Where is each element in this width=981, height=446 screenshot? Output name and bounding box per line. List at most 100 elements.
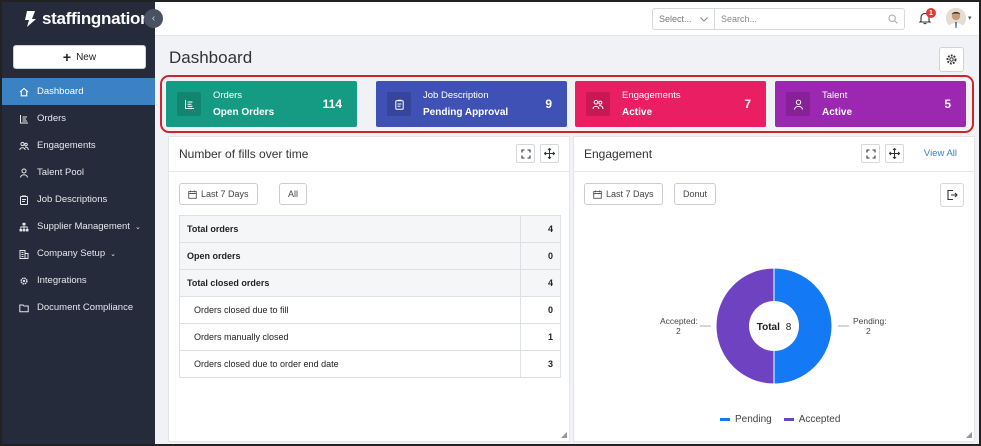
accepted-data-value: 2	[676, 326, 681, 336]
expand-button[interactable]	[516, 144, 535, 163]
row-value: 4	[520, 269, 561, 297]
row-value: 3	[520, 350, 561, 378]
clipboard-icon	[20, 195, 28, 205]
date-range-filter[interactable]: Last 7 Days	[179, 183, 258, 205]
sidebar-item-engagements[interactable]: Engagements	[2, 132, 155, 159]
job-description-card[interactable]: Job Description Pending Approval 9	[376, 81, 567, 127]
card-text: Engagements Active	[622, 90, 681, 118]
row-label: Total orders	[179, 215, 521, 243]
sidebar-item-orders[interactable]: Orders	[2, 105, 155, 132]
folder-icon	[19, 304, 29, 312]
accepted-data-label: Accepted:	[660, 316, 698, 326]
calendar-icon	[188, 190, 197, 199]
sidebar-item-document-compliance[interactable]: Document Compliance	[2, 294, 155, 321]
card-value: 114	[322, 97, 342, 111]
brand-logo[interactable]: staffingnation ®	[24, 8, 159, 30]
card-value: 9	[545, 97, 552, 111]
row-label: Orders manually closed	[179, 323, 521, 351]
card-title: Talent	[822, 90, 848, 101]
sidebar-item-integrations[interactable]: Integrations	[2, 267, 155, 294]
chevron-down-icon: ⌄	[134, 223, 141, 231]
orders-card[interactable]: Orders Open Orders 114	[166, 81, 357, 127]
chevron-down-icon[interactable]: ▾	[968, 14, 972, 22]
all-filter-button[interactable]: All	[279, 183, 308, 205]
settings-button[interactable]	[939, 47, 964, 72]
gear-icon	[946, 54, 957, 65]
clipboard-icon	[387, 92, 411, 116]
row-value: 4	[520, 215, 561, 243]
sidebar-item-company-setup[interactable]: Company Setup ⌄	[2, 240, 155, 267]
sidebar-item-label: Dashboard	[37, 86, 84, 97]
home-icon	[19, 87, 29, 96]
sidebar-item-job-descriptions[interactable]: Job Descriptions	[2, 186, 155, 213]
orders-icon	[177, 92, 201, 116]
all-filter-label: All	[288, 189, 299, 199]
card-value: 7	[744, 97, 751, 111]
filter-select[interactable]: Select...	[652, 8, 715, 30]
engagement-panel: Engagement View All Last 7 Days Donut To…	[573, 136, 975, 442]
row-value: 0	[520, 296, 561, 324]
expand-icon	[520, 148, 531, 159]
legend-label: Accepted	[798, 414, 841, 425]
filter-select-placeholder: Select...	[659, 14, 692, 24]
brand-mark-icon	[25, 11, 36, 27]
orders-icon	[20, 114, 28, 123]
sidebar: staffingnation ® + New Dashboard Orders …	[2, 2, 159, 444]
engagements-icon	[586, 92, 610, 116]
resize-handle-icon[interactable]: ◢	[966, 430, 972, 439]
legend-item-accepted[interactable]: Accepted	[783, 414, 841, 425]
resize-handle-icon[interactable]: ◢	[561, 430, 567, 439]
donut-center-label: Total 8	[757, 322, 792, 333]
plus-icon: +	[62, 49, 72, 65]
sidebar-item-supplier-management[interactable]: Supplier Management ⌄	[2, 213, 155, 240]
org-chart-icon	[19, 222, 29, 231]
talent-card[interactable]: Talent Active 5	[775, 81, 966, 127]
company-icon	[19, 249, 29, 259]
legend-item-pending[interactable]: Pending	[720, 414, 772, 425]
engagements-icon	[19, 141, 29, 150]
new-button-label: New	[76, 51, 97, 63]
sidebar-item-label: Integrations	[37, 275, 87, 286]
table-row: Orders closed due to fill 0	[179, 296, 561, 324]
person-icon	[20, 168, 28, 178]
sidebar-item-talent-pool[interactable]: Talent Pool	[2, 159, 155, 186]
search-input[interactable]: Search...	[714, 8, 905, 30]
card-subtitle: Open Orders	[213, 107, 275, 118]
card-subtitle: Active	[622, 107, 653, 118]
fills-panel: Number of fills over time Last 7 Days Al…	[168, 136, 570, 442]
panel-divider	[169, 171, 569, 172]
sidebar-collapse-button[interactable]: ‹	[144, 9, 163, 28]
app-frame: staffingnation ® + New Dashboard Orders …	[0, 0, 981, 446]
avatar[interactable]	[946, 8, 966, 28]
sidebar-item-dashboard[interactable]: Dashboard	[2, 78, 155, 105]
row-label: Orders closed due to fill	[179, 296, 521, 324]
gear-icon	[20, 276, 28, 285]
sidebar-item-label: Engagements	[37, 140, 96, 151]
card-title: Orders	[213, 90, 243, 101]
table-row: Total orders 4	[179, 215, 561, 243]
person-icon	[786, 92, 810, 116]
chevron-left-icon: ‹	[151, 13, 156, 24]
row-value: 0	[520, 242, 561, 270]
sidebar-item-label: Orders	[37, 113, 67, 124]
card-text: Job Description Pending Approval	[423, 90, 508, 118]
legend-swatch	[720, 418, 730, 421]
card-text: Talent Active	[822, 90, 852, 118]
engagements-card[interactable]: Engagements Active 7	[575, 81, 766, 127]
topbar: Select... Search... 1 ▾	[155, 2, 979, 36]
card-subtitle: Pending Approval	[423, 107, 509, 118]
center-value-text: 8	[786, 322, 792, 333]
move-button[interactable]	[540, 144, 559, 163]
table-row: Total closed orders 4	[179, 269, 561, 297]
move-icon	[544, 148, 555, 159]
chart-legend: Pending Accepted	[720, 414, 840, 425]
table-row: Orders closed due to order end date 3	[179, 350, 561, 378]
new-button[interactable]: + New	[13, 45, 146, 69]
card-text: Orders Open Orders	[213, 90, 274, 118]
chevron-down-icon: ⌄	[110, 250, 116, 258]
sidebar-item-label: Supplier Management	[37, 221, 130, 232]
pending-data-value: 2	[866, 326, 871, 336]
legend-label: Pending	[735, 414, 772, 425]
row-label: Orders closed due to order end date	[179, 350, 521, 378]
card-title: Engagements	[622, 90, 681, 101]
